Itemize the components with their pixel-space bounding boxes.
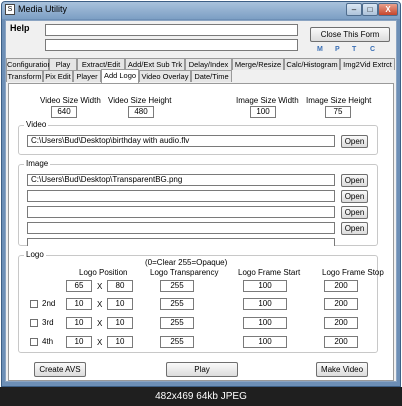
mptc-t[interactable]: T — [352, 46, 356, 53]
logo2-transparency-field[interactable]: 255 — [160, 298, 194, 310]
image-width-field[interactable]: 100 — [250, 106, 276, 118]
video-path-input[interactable]: C:\Users\Bud\Desktop\birthday with audio… — [27, 135, 335, 147]
logo-position-header: Logo Position — [79, 268, 128, 277]
logo1-x-field[interactable]: 65 — [66, 280, 92, 292]
image-open-button-4[interactable]: Open — [341, 222, 368, 235]
tab-player[interactable]: Player — [73, 70, 101, 82]
logo3-y-field[interactable]: 10 — [107, 317, 133, 329]
image-path-input-2[interactable] — [27, 190, 335, 202]
logo1-stop-field[interactable]: 200 — [324, 280, 358, 292]
image-open-button-3[interactable]: Open — [341, 206, 368, 219]
video-open-button[interactable]: Open — [341, 135, 368, 148]
logo3-stop-field[interactable]: 200 — [324, 317, 358, 329]
mptc-c[interactable]: C — [370, 46, 375, 53]
image-width-label: Image Size Width — [236, 96, 299, 105]
logo1-y-field[interactable]: 80 — [107, 280, 133, 292]
mptc-p[interactable]: P — [335, 46, 340, 53]
logo4-label: 4th — [42, 337, 54, 346]
image-group-label: Image — [24, 159, 51, 168]
tab-calc-histogram[interactable]: Calc/Histogram — [284, 58, 340, 70]
app-icon: S — [5, 4, 15, 15]
window-title: Media Utility — [18, 4, 68, 14]
close-form-button[interactable]: Close This Form — [310, 27, 390, 42]
menu-help[interactable]: Help — [10, 23, 30, 33]
logo2-y-field[interactable]: 10 — [107, 298, 133, 310]
logo2-checkbox[interactable] — [30, 300, 38, 308]
logo3-label: 3rd — [42, 318, 54, 327]
video-height-field[interactable]: 480 — [128, 106, 154, 118]
image-path-input-4[interactable] — [27, 222, 335, 234]
logo2-start-field[interactable]: 100 — [243, 298, 287, 310]
logo1-x-sep: X — [97, 282, 103, 291]
logo4-x-sep: X — [97, 338, 103, 347]
tab-video-overlay[interactable]: Video Overlay — [139, 70, 191, 82]
logo1-transparency-field[interactable]: 255 — [160, 280, 194, 292]
video-width-field[interactable]: 640 — [51, 106, 77, 118]
make-video-button[interactable]: Make Video — [316, 362, 368, 377]
close-window-button[interactable]: X — [378, 3, 398, 16]
play-button[interactable]: Play — [166, 362, 238, 377]
logo4-checkbox[interactable] — [30, 338, 38, 346]
mptc-m[interactable]: M — [317, 46, 323, 53]
image-info-bar: 482x469 64kb JPEG — [0, 387, 402, 406]
image-open-button-2[interactable]: Open — [341, 190, 368, 203]
tab-img2vid-extrct[interactable]: Img2Vid Extrct — [340, 58, 395, 70]
tab-date-time[interactable]: Date/Time — [191, 70, 232, 82]
logo2-x-field[interactable]: 10 — [66, 298, 92, 310]
video-height-label: Video Size Height — [108, 96, 172, 105]
logo4-stop-field[interactable]: 200 — [324, 336, 358, 348]
image-path-input-1[interactable]: C:\Users\Bud\Desktop\TransparentBG.png — [27, 174, 335, 186]
logo-group-label: Logo — [24, 250, 46, 259]
logo4-transparency-field[interactable]: 255 — [160, 336, 194, 348]
transparency-note: (0=Clear 255=Opaque) — [145, 258, 228, 267]
logo3-checkbox[interactable] — [30, 319, 38, 327]
logo-frame-start-header: Logo Frame Start — [238, 268, 301, 277]
logo3-x-field[interactable]: 10 — [66, 317, 92, 329]
image-height-label: Image Size Height — [306, 96, 372, 105]
maximize-button[interactable]: □ — [362, 3, 378, 16]
minimize-button[interactable]: – — [346, 3, 362, 16]
create-avs-button[interactable]: Create AVS — [34, 362, 86, 377]
logo4-start-field[interactable]: 100 — [243, 336, 287, 348]
logo-frame-stop-header: Logo Frame Stop — [322, 268, 384, 277]
tab-add-logo[interactable]: Add Logo — [101, 69, 139, 83]
image-path-input-5[interactable] — [27, 238, 335, 246]
tab-transform[interactable]: Transform — [6, 70, 43, 82]
tab-pix-edit[interactable]: Pix Edit — [43, 70, 73, 82]
logo2-label: 2nd — [42, 299, 56, 308]
tab-delay-index[interactable]: Delay/Index — [185, 58, 232, 70]
logo1-start-field[interactable]: 100 — [243, 280, 287, 292]
image-path-input-3[interactable] — [27, 206, 335, 218]
tab-configuration[interactable]: Configuration — [6, 58, 52, 70]
logo4-x-field[interactable]: 10 — [66, 336, 92, 348]
tab-play[interactable]: Play — [49, 58, 77, 70]
toolbar-input-bottom[interactable] — [45, 39, 298, 51]
logo2-x-sep: X — [97, 300, 103, 309]
toolbar-input-top[interactable] — [45, 24, 298, 36]
logo-transparency-header: Logo Transparency — [150, 268, 219, 277]
video-group-label: Video — [24, 120, 49, 129]
logo3-start-field[interactable]: 100 — [243, 317, 287, 329]
tab-merge-resize[interactable]: Merge/Resize — [232, 58, 284, 70]
logo4-y-field[interactable]: 10 — [107, 336, 133, 348]
logo3-x-sep: X — [97, 319, 103, 328]
logo3-transparency-field[interactable]: 255 — [160, 317, 194, 329]
video-width-label: Video Size Width — [40, 96, 101, 105]
image-height-field[interactable]: 75 — [325, 106, 351, 118]
logo2-stop-field[interactable]: 200 — [324, 298, 358, 310]
image-open-button-1[interactable]: Open — [341, 174, 368, 187]
